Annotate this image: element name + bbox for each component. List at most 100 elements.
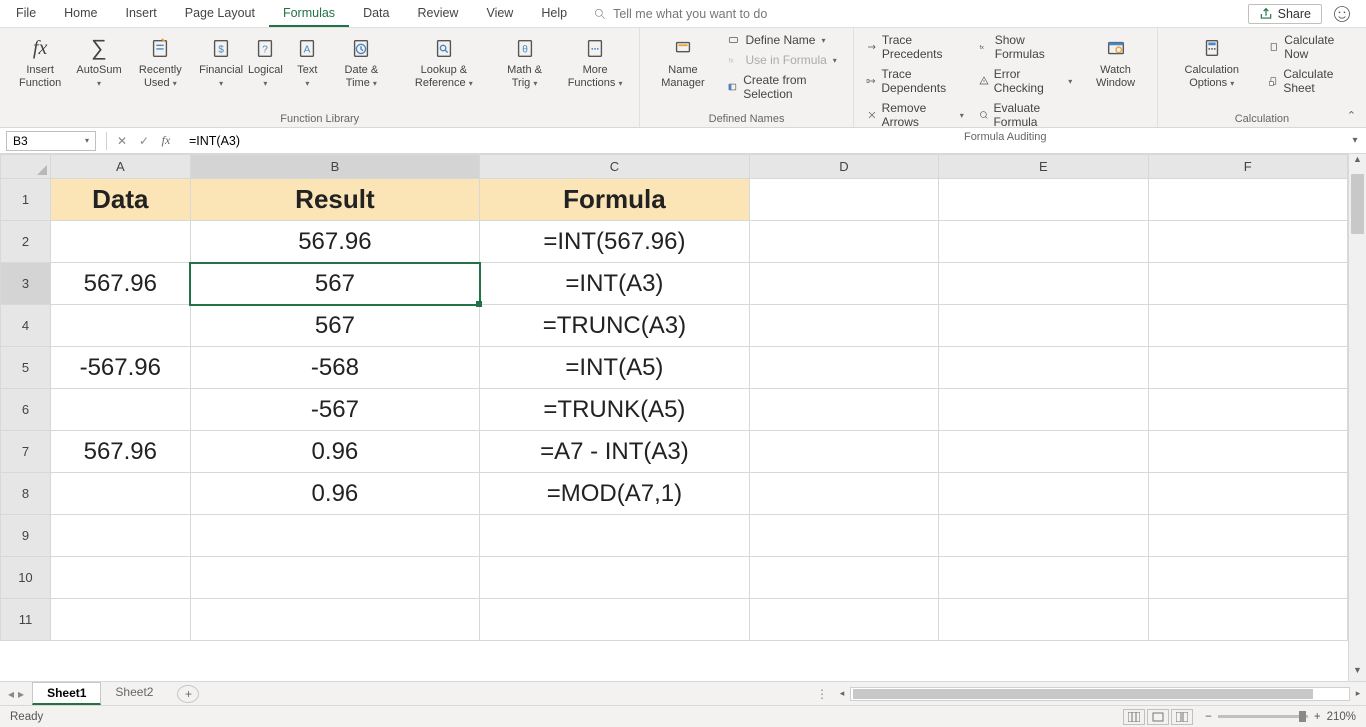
financial-button[interactable]: $ Financial▾: [199, 31, 243, 92]
cell[interactable]: [939, 389, 1148, 431]
cell[interactable]: [1148, 473, 1347, 515]
horizontal-scrollbar[interactable]: [850, 687, 1350, 701]
cell[interactable]: [480, 515, 750, 557]
cell[interactable]: [190, 515, 479, 557]
add-sheet-button[interactable]: +: [177, 685, 199, 703]
row-header[interactable]: 2: [1, 221, 51, 263]
text-button[interactable]: A Text▾: [287, 31, 327, 92]
logical-button[interactable]: ? Logical▾: [245, 31, 285, 92]
cell[interactable]: =INT(567.96): [480, 221, 750, 263]
row-header[interactable]: 6: [1, 389, 51, 431]
cancel-formula-icon[interactable]: ✕: [111, 134, 133, 148]
cell[interactable]: [749, 599, 938, 641]
cell[interactable]: [749, 389, 938, 431]
cell[interactable]: [939, 431, 1148, 473]
cell[interactable]: [939, 557, 1148, 599]
cell[interactable]: 567: [190, 263, 479, 305]
cell[interactable]: [749, 347, 938, 389]
evaluate-formula-button[interactable]: Evaluate Formula: [972, 99, 1078, 131]
cell[interactable]: [1148, 599, 1347, 641]
row-header[interactable]: 3: [1, 263, 51, 305]
cell[interactable]: [939, 179, 1148, 221]
insert-function-button[interactable]: fx Insert Function: [6, 31, 74, 92]
menu-tab-view[interactable]: View: [472, 1, 527, 27]
cell[interactable]: [1148, 221, 1347, 263]
cell[interactable]: -567: [190, 389, 479, 431]
cell[interactable]: =TRUNC(A3): [480, 305, 750, 347]
cell[interactable]: [939, 263, 1148, 305]
cell[interactable]: [1148, 305, 1347, 347]
row-header[interactable]: 8: [1, 473, 51, 515]
cell[interactable]: [50, 221, 190, 263]
hscroll-split-icon[interactable]: ⋮: [816, 687, 828, 701]
cell[interactable]: [939, 305, 1148, 347]
row-header[interactable]: 10: [1, 557, 51, 599]
menu-tab-review[interactable]: Review: [403, 1, 472, 27]
sheet-tab[interactable]: Sheet2: [101, 682, 167, 705]
cell[interactable]: [749, 221, 938, 263]
expand-formula-bar-icon[interactable]: ▾: [1344, 135, 1366, 146]
column-header[interactable]: C: [480, 155, 750, 179]
cell[interactable]: [749, 263, 938, 305]
cell[interactable]: =TRUNK(A5): [480, 389, 750, 431]
cell[interactable]: [50, 389, 190, 431]
row-header[interactable]: 5: [1, 347, 51, 389]
cell[interactable]: [1148, 263, 1347, 305]
cell[interactable]: [1148, 557, 1347, 599]
watch-window-button[interactable]: Watch Window: [1080, 31, 1151, 131]
zoom-control[interactable]: − + 210%: [1205, 711, 1356, 723]
scroll-right-icon[interactable]: ▸: [1350, 688, 1366, 699]
cell[interactable]: [480, 557, 750, 599]
scroll-thumb[interactable]: [1351, 174, 1364, 234]
date-time-button[interactable]: Date & Time ▾: [329, 31, 393, 92]
cell[interactable]: [50, 473, 190, 515]
fx-icon[interactable]: fx: [155, 133, 177, 148]
menu-tab-formulas[interactable]: Formulas: [269, 1, 349, 27]
cell[interactable]: [1148, 347, 1347, 389]
name-box[interactable]: B3 ▾: [6, 131, 96, 151]
cell[interactable]: Data: [50, 179, 190, 221]
cell[interactable]: [190, 557, 479, 599]
select-all-corner[interactable]: [1, 155, 51, 179]
cell[interactable]: [939, 599, 1148, 641]
calculate-now-button[interactable]: Calculate Now: [1262, 31, 1360, 63]
row-header[interactable]: 1: [1, 179, 51, 221]
column-header[interactable]: D: [749, 155, 938, 179]
lookup-reference-button[interactable]: Lookup & Reference ▾: [395, 31, 492, 92]
cell[interactable]: [50, 599, 190, 641]
cell[interactable]: Result: [190, 179, 479, 221]
scroll-up-icon[interactable]: ▲: [1349, 154, 1366, 170]
trace-dependents-button[interactable]: Trace Dependents: [860, 65, 970, 97]
cell[interactable]: [939, 473, 1148, 515]
cell-grid[interactable]: ABCDEF1DataResultFormula2567.96=INT(567.…: [0, 154, 1348, 681]
cell[interactable]: [1148, 389, 1347, 431]
define-name-button[interactable]: Define Name▾: [721, 31, 846, 49]
cell[interactable]: -567.96: [50, 347, 190, 389]
cell[interactable]: [939, 221, 1148, 263]
cell[interactable]: =INT(A5): [480, 347, 750, 389]
remove-arrows-button[interactable]: Remove Arrows▾: [860, 99, 970, 131]
create-from-selection-button[interactable]: Create from Selection: [721, 71, 846, 103]
menu-tab-data[interactable]: Data: [349, 1, 403, 27]
sheet-tab[interactable]: Sheet1: [32, 682, 101, 705]
sheet-nav-buttons[interactable]: ◂▸: [0, 687, 32, 701]
cell[interactable]: [1148, 179, 1347, 221]
cell[interactable]: -568: [190, 347, 479, 389]
share-button[interactable]: Share: [1248, 4, 1322, 24]
cell[interactable]: [939, 347, 1148, 389]
zoom-out-icon[interactable]: −: [1205, 711, 1212, 723]
cell[interactable]: 567.96: [50, 263, 190, 305]
cell[interactable]: [190, 599, 479, 641]
cell[interactable]: [50, 305, 190, 347]
cell[interactable]: [749, 431, 938, 473]
menu-tab-help[interactable]: Help: [527, 1, 581, 27]
cell[interactable]: =INT(A3): [480, 263, 750, 305]
cell[interactable]: [749, 179, 938, 221]
calculation-options-button[interactable]: Calculation Options ▾: [1164, 31, 1260, 97]
cell[interactable]: [939, 515, 1148, 557]
cell[interactable]: [749, 557, 938, 599]
row-header[interactable]: 7: [1, 431, 51, 473]
page-layout-view-icon[interactable]: [1147, 709, 1169, 725]
cell[interactable]: 0.96: [190, 431, 479, 473]
feedback-icon[interactable]: [1332, 4, 1352, 24]
